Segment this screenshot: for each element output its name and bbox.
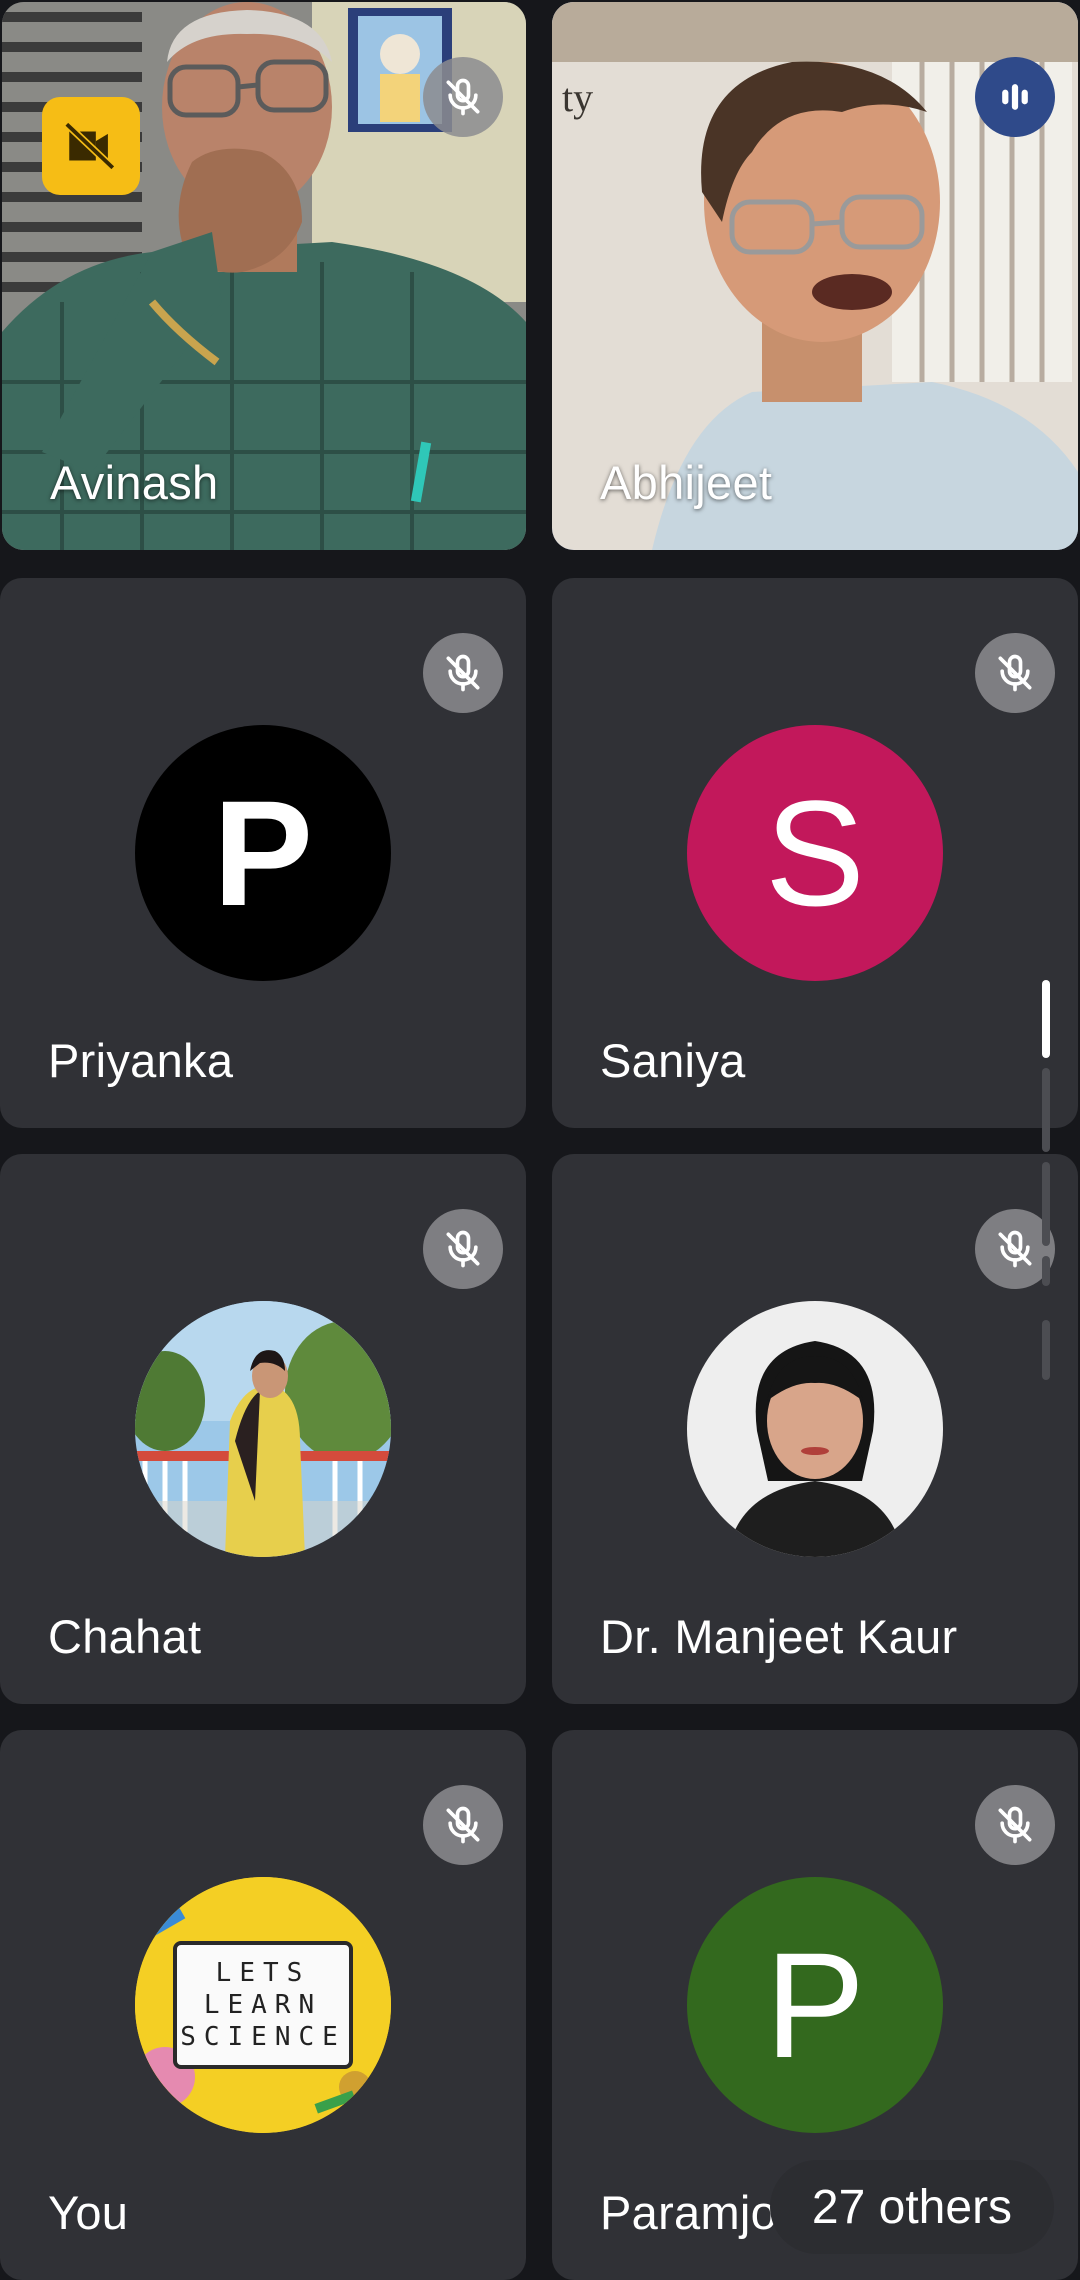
others-count-chip[interactable]: 27 others [770,2160,1054,2254]
mic-off-icon [998,654,1032,692]
scrollbar[interactable] [1042,980,1050,1400]
participant-name: Dr. Manjeet Kaur [600,1610,958,1663]
mic-off-indicator [975,1785,1055,1865]
sign-text: LETS LEARN SCIENCE [180,1960,346,2050]
scrollbar-segment [1042,1320,1050,1380]
scrollbar-segment [1042,1068,1050,1152]
avatar: S [687,725,943,981]
participant-tile-abhijeet[interactable]: ty Abhijeet [552,2,1078,550]
mic-off-icon [446,1806,480,1844]
participant-name: Avinash [50,456,219,509]
scrollbar-thumb[interactable] [1042,980,1050,1058]
mic-off-icon [446,1230,480,1268]
avatar-initial: P [212,768,314,937]
video-off-icon [64,121,116,171]
avatar: P [135,725,391,981]
video-off-badge [42,97,140,195]
participant-name: Abhijeet [600,456,773,509]
participant-tile-avinash[interactable]: Avinash [2,2,526,550]
avatar [687,1301,943,1557]
participant-name: Paramjot [600,2186,791,2239]
mic-off-icon [446,78,480,116]
avatar-photo [687,1301,943,1557]
avatar-photo [135,1301,391,1557]
avatar [135,1301,391,1557]
participant-tile-priyanka[interactable]: P Priyanka [0,578,526,1128]
avatar-initial: S [764,768,866,937]
mic-off-indicator [423,57,503,137]
mic-off-indicator [423,633,503,713]
sign-line: LETS [215,1958,311,1988]
participant-name: You [48,2186,129,2239]
participant-tile-manjeet-kaur[interactable]: Dr. Manjeet Kaur [552,1154,1078,1704]
participant-tile-you[interactable]: LETS LEARN SCIENCE You [0,1730,526,2280]
scrollbar-segment [1042,1162,1050,1246]
mic-off-indicator [975,633,1055,713]
mic-off-indicator [423,1209,503,1289]
sign-line: SCIENCE [180,2022,346,2052]
mic-off-indicator [423,1785,503,1865]
sign-line: LEARN [203,1990,323,2020]
mic-off-icon [998,1230,1032,1268]
mic-off-icon [998,1806,1032,1844]
mic-off-icon [446,654,480,692]
avatar: P [687,1877,943,2133]
wall-text: ty [562,75,594,120]
participant-name: Saniya [600,1034,746,1087]
speaking-indicator [975,57,1055,137]
participant-tile-saniya[interactable]: S Saniya [552,578,1078,1128]
avatar-initial: P [764,1920,866,2089]
avatar: LETS LEARN SCIENCE [135,1877,391,2133]
scrollbar-segment [1042,1256,1050,1286]
participant-name: Priyanka [48,1034,234,1087]
audio-level-icon [1002,84,1028,110]
participant-name: Chahat [48,1610,202,1663]
participant-tile-chahat[interactable]: Chahat [0,1154,526,1704]
